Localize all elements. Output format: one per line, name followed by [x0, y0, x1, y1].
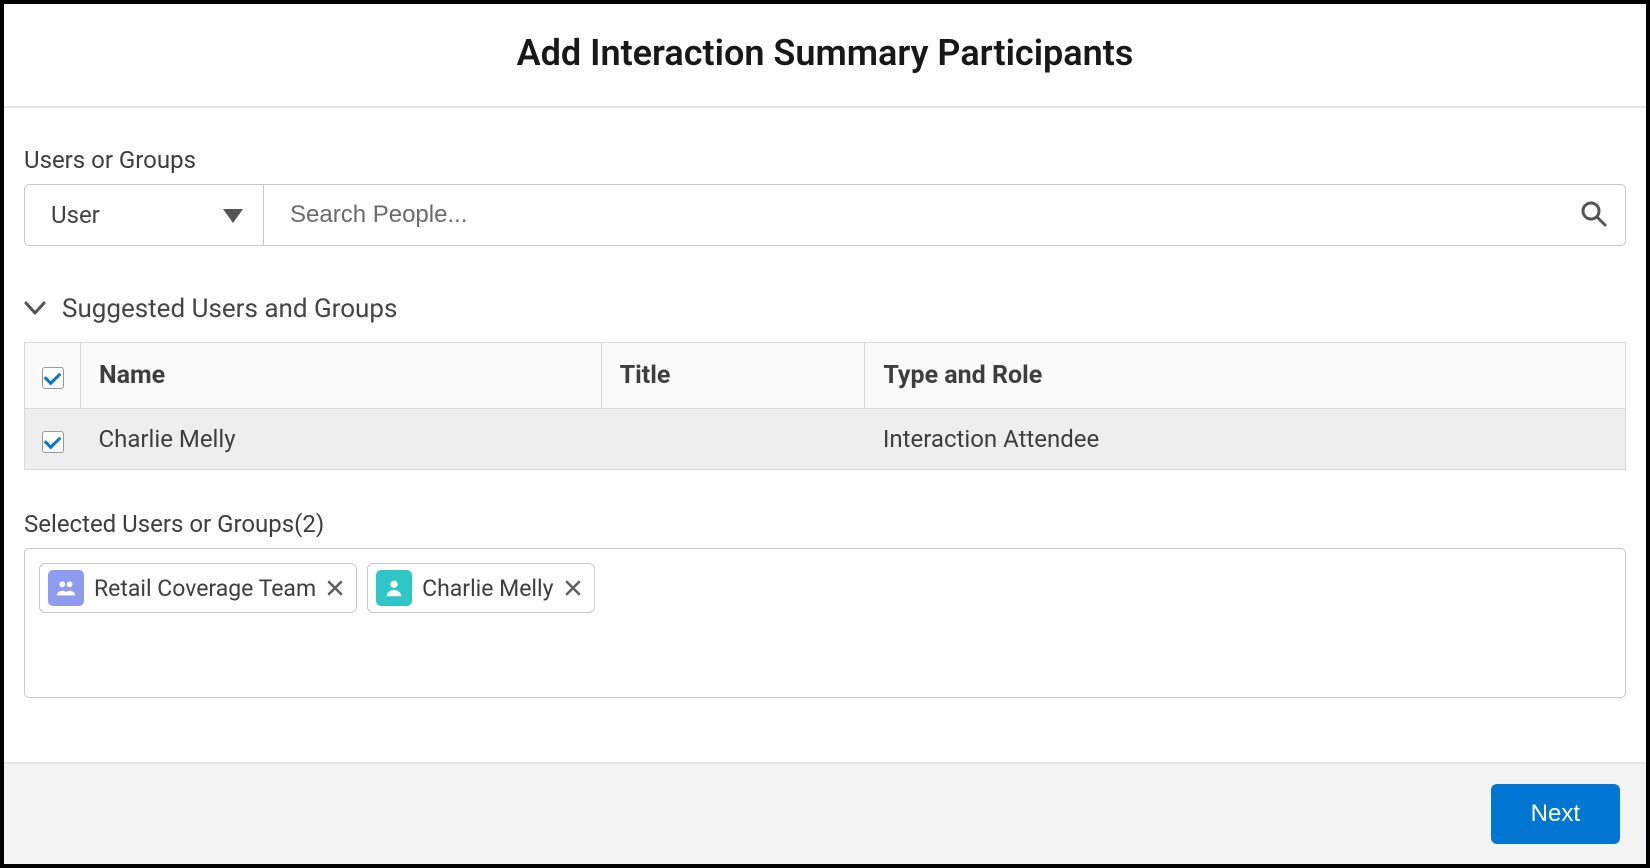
row-type-role: Interaction Attendee — [865, 409, 1626, 470]
row-name: Charlie Melly — [81, 409, 602, 470]
collapse-icon[interactable] — [24, 300, 46, 319]
col-type-role: Type and Role — [865, 343, 1626, 409]
suggested-section-title: Suggested Users and Groups — [62, 294, 397, 324]
selected-label-text: Selected Users or Groups — [24, 510, 294, 538]
selected-pill-group: Retail Coverage Team — [39, 563, 357, 613]
remove-pill-button[interactable] — [326, 579, 344, 597]
search-row: User — [24, 184, 1626, 246]
col-title: Title — [601, 343, 865, 409]
entity-type-value: User — [51, 201, 100, 229]
entity-type-select[interactable]: User — [24, 184, 264, 246]
users-or-groups-label: Users or Groups — [24, 146, 1626, 174]
search-input-wrap[interactable] — [264, 184, 1626, 246]
modal-header: Add Interaction Summary Participants — [4, 4, 1646, 108]
pill-label: Retail Coverage Team — [94, 575, 316, 602]
selected-pill-container[interactable]: Retail Coverage Team Charlie Melly — [24, 548, 1626, 698]
search-icon — [1579, 199, 1607, 231]
selected-label: Selected Users or Groups(2) — [24, 510, 1626, 538]
modal-footer: Next — [4, 762, 1646, 864]
col-name: Name — [81, 343, 602, 409]
page-title: Add Interaction Summary Participants — [4, 32, 1646, 74]
suggested-section-header: Suggested Users and Groups — [24, 294, 1626, 324]
selected-pill-user: Charlie Melly — [367, 563, 594, 613]
next-button[interactable]: Next — [1491, 784, 1620, 844]
group-icon — [48, 570, 84, 606]
suggested-table: Name Title Type and Role Charlie Melly I… — [24, 342, 1626, 470]
table-row[interactable]: Charlie Melly Interaction Attendee — [25, 409, 1626, 470]
modal-body: Users or Groups User Suggested Users and… — [4, 108, 1646, 762]
search-input[interactable] — [290, 201, 1579, 229]
user-icon — [376, 570, 412, 606]
select-all-checkbox[interactable] — [42, 367, 64, 389]
remove-pill-button[interactable] — [564, 579, 582, 597]
row-checkbox[interactable] — [42, 431, 64, 453]
select-all-header — [25, 343, 81, 409]
selected-count: 2 — [302, 510, 316, 538]
row-title — [601, 409, 865, 470]
pill-label: Charlie Melly — [422, 575, 553, 602]
chevron-down-icon — [223, 201, 243, 229]
